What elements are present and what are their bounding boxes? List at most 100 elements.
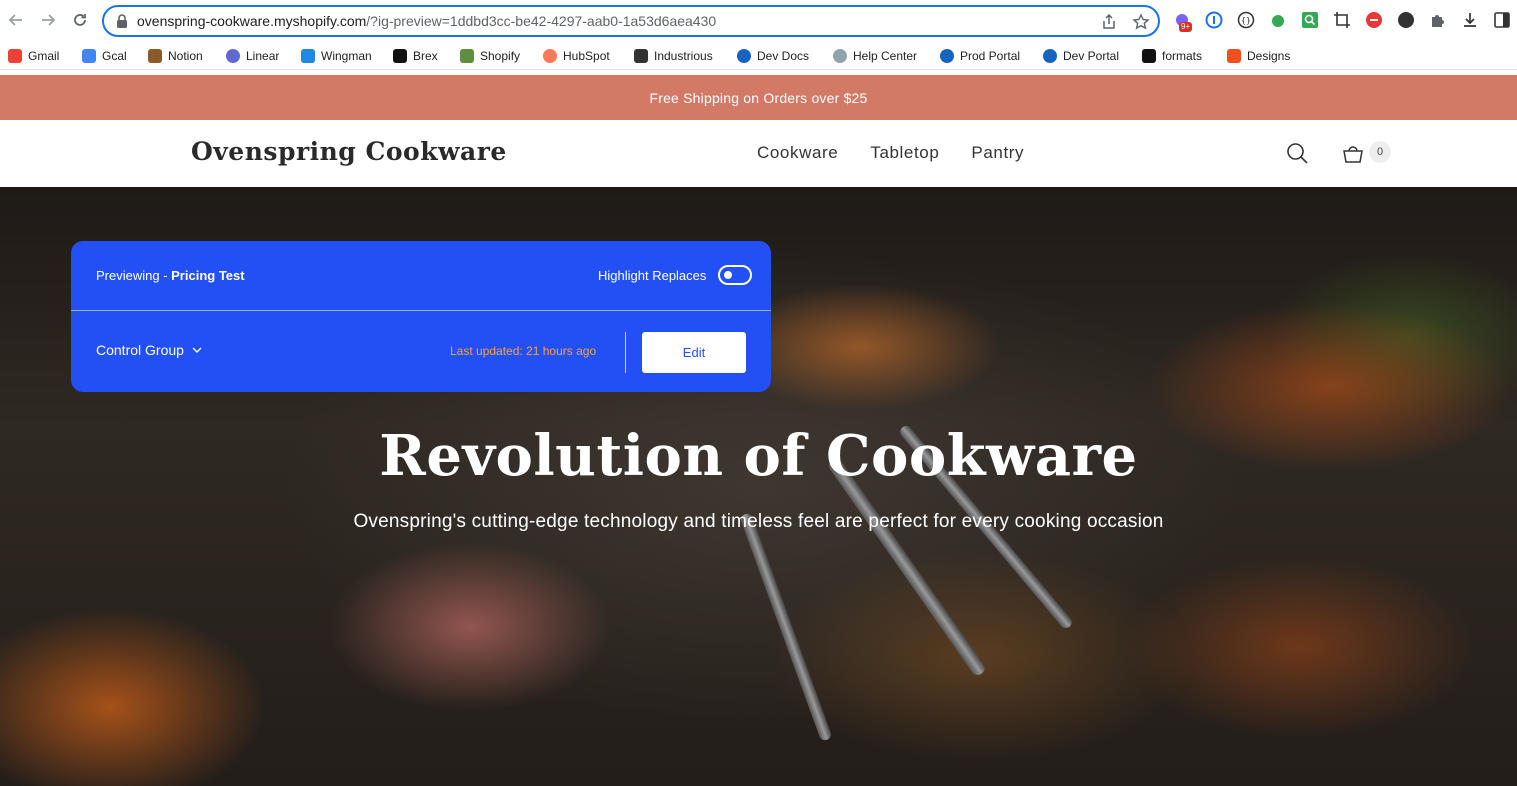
bookmark-label: Gmail: [28, 49, 60, 63]
chevron-down-icon: [192, 347, 202, 353]
share-icon[interactable]: [1100, 13, 1118, 31]
bookmark-wingman[interactable]: Wingman: [301, 47, 372, 65]
main-nav: Cookware Tabletop Pantry: [757, 143, 1024, 163]
bookmark-shopify[interactable]: Shopify: [460, 47, 520, 65]
side-panel-icon[interactable]: [1493, 11, 1511, 29]
download-icon[interactable]: [1461, 11, 1479, 29]
bookmark-dev-portal[interactable]: Dev Portal: [1043, 47, 1119, 65]
bookmark-label: Dev Portal: [1063, 49, 1120, 63]
bookmark-label: Gcal: [102, 49, 127, 63]
edit-button[interactable]: Edit: [642, 332, 746, 373]
portal-icon: [1043, 49, 1057, 63]
arrow-left-icon: [8, 14, 22, 26]
formats-icon: [1142, 49, 1156, 63]
portal-icon: [940, 49, 954, 63]
notion-icon: [148, 49, 162, 63]
url-path: /?ig-preview=1ddbd3cc-be42-4297-aab0-1a5…: [366, 13, 717, 29]
cart-icon[interactable]: [1342, 142, 1364, 164]
preview-test-name: Pricing Test: [171, 268, 245, 283]
bookmark-gmail[interactable]: Gmail: [8, 47, 59, 65]
announcement-text: Free Shipping on Orders over $25: [649, 89, 868, 106]
bookmark-label: Designs: [1247, 49, 1291, 63]
highlight-replaces-label: Highlight Replaces: [598, 268, 707, 283]
cart-count-badge: 0: [1369, 141, 1391, 163]
bookmark-industrious[interactable]: Industrious: [634, 47, 713, 65]
bookmark-help-center[interactable]: Help Center: [833, 47, 917, 65]
extension-bug-icon[interactable]: [1269, 11, 1287, 29]
preview-prefix: Previewing -: [96, 268, 172, 283]
extensions-puzzle-icon[interactable]: [1429, 11, 1447, 29]
bookmark-label: Notion: [168, 49, 203, 63]
search-icon[interactable]: [1286, 142, 1308, 164]
extension-search-icon[interactable]: [1301, 11, 1319, 29]
bookmark-label: Shopify: [480, 49, 521, 63]
bookmark-gcal[interactable]: Gcal: [82, 47, 127, 65]
bookmark-brex[interactable]: Brex: [393, 47, 438, 65]
divider: [625, 332, 626, 373]
hero-tongs-image: [739, 512, 833, 742]
bookmark-designs[interactable]: Designs: [1227, 47, 1290, 65]
extension-onepassword-icon[interactable]: [1205, 11, 1223, 29]
bookmark-label: Wingman: [321, 49, 372, 63]
extension-unix-icon[interactable]: [1397, 11, 1415, 29]
arrow-right-icon: [42, 14, 56, 26]
nav-pantry[interactable]: Pantry: [971, 143, 1024, 163]
bookmark-label: HubSpot: [563, 49, 610, 63]
back-button[interactable]: [5, 9, 27, 31]
gmail-icon: [8, 49, 22, 63]
reload-button[interactable]: [69, 9, 91, 31]
nav-cookware[interactable]: Cookware: [757, 143, 838, 163]
bookmarks-bar: Gmail Gcal Notion Linear Wingman Brex Sh…: [0, 42, 1517, 70]
bookmark-label: Brex: [413, 49, 438, 63]
group-dropdown[interactable]: Control Group: [96, 342, 202, 358]
portal-icon: [737, 49, 751, 63]
bookmark-hubspot[interactable]: HubSpot: [543, 47, 610, 65]
bookmark-dev-docs[interactable]: Dev Docs: [737, 47, 809, 65]
url-text: ovenspring-cookware.myshopify.com/?ig-pr…: [137, 13, 716, 29]
bookmark-formats[interactable]: formats: [1142, 47, 1202, 65]
bookmark-label: Industrious: [654, 49, 713, 63]
announcement-bar: Free Shipping on Orders over $25: [0, 75, 1517, 120]
industrious-icon: [634, 49, 648, 63]
hero-subtitle: Ovenspring's cutting-edge technology and…: [353, 511, 1164, 532]
preview-label: Previewing - Pricing Test: [96, 268, 245, 283]
highlight-replaces-toggle[interactable]: [718, 265, 752, 285]
nav-tabletop[interactable]: Tabletop: [870, 143, 939, 163]
bookmark-notion[interactable]: Notion: [148, 47, 203, 65]
preview-header: Previewing - Pricing Test Highlight Repl…: [71, 241, 771, 311]
last-updated-text: Last updated: 21 hours ago: [450, 344, 597, 358]
bookmark-prod-portal[interactable]: Prod Portal: [940, 47, 1020, 65]
browser-toolbar: ovenspring-cookware.myshopify.com/?ig-pr…: [0, 0, 1517, 42]
bookmark-label: formats: [1162, 49, 1203, 63]
bookmark-label: Dev Docs: [757, 49, 810, 63]
hero-title: Revolution of Cookware: [379, 423, 1138, 489]
toggle-knob: [724, 271, 732, 279]
address-bar[interactable]: ovenspring-cookware.myshopify.com/?ig-pr…: [102, 5, 1160, 37]
shopify-icon: [460, 49, 474, 63]
star-icon[interactable]: [1132, 13, 1150, 31]
hubspot-icon: [543, 49, 557, 63]
group-dropdown-label: Control Group: [96, 342, 184, 358]
calendar-icon: [82, 49, 96, 63]
wingman-icon: [301, 49, 315, 63]
brex-icon: [393, 49, 407, 63]
extension-crop-icon[interactable]: [1333, 11, 1351, 29]
help-icon: [833, 49, 847, 63]
store-logo[interactable]: Ovenspring Cookware: [191, 137, 507, 166]
url-host: ovenspring-cookware.myshopify.com: [137, 13, 367, 29]
lock-icon: [117, 14, 127, 28]
store-header: Ovenspring Cookware Cookware Tabletop Pa…: [0, 120, 1517, 187]
extension-badge: 9+: [1179, 22, 1193, 32]
figma-icon: [1227, 49, 1241, 63]
bookmark-label: Help Center: [853, 49, 918, 63]
preview-panel: Previewing - Pricing Test Highlight Repl…: [71, 241, 771, 392]
bookmark-label: Prod Portal: [960, 49, 1021, 63]
svg-text:{}: {}: [1241, 16, 1251, 25]
bookmark-linear[interactable]: Linear: [226, 47, 279, 65]
bookmark-label: Linear: [246, 49, 280, 63]
forward-button[interactable]: [37, 9, 59, 31]
extension-red-icon[interactable]: [1365, 11, 1383, 29]
extension-code-icon[interactable]: {}: [1237, 11, 1255, 29]
linear-icon: [226, 49, 240, 63]
reload-icon: [74, 14, 86, 26]
